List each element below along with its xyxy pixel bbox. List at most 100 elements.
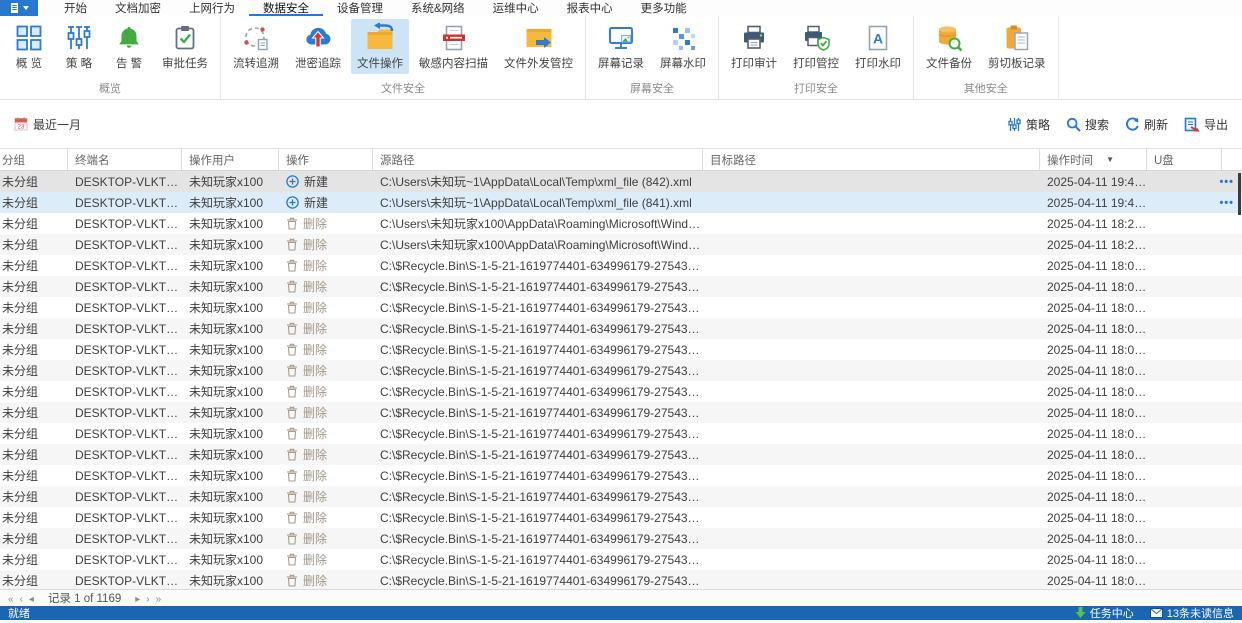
ribbon-button-file-outgoing-folder[interactable]: 文件外发管控	[498, 19, 579, 74]
table-row[interactable]: 未分组 DESKTOP-VLKTLE1 未知玩家x100 删除 C:\Users\未知玩…	[0, 213, 1242, 234]
clipboard-record-icon	[1003, 24, 1031, 52]
table-row[interactable]: 未分组 DESKTOP-VLKTLE1 未知玩家x100 删除 C:\$Recycle.…	[0, 486, 1242, 507]
table-row[interactable]: 未分组 DESKTOP-VLKTLE1 未知玩家x100 新建 C:\Users\未知玩…	[0, 171, 1242, 192]
ribbon-button-file-backup[interactable]: 文件备份	[920, 19, 978, 74]
menu-tab-6[interactable]: 系统&网络	[397, 0, 479, 16]
toolbar-button-export[interactable]: 导出	[1184, 116, 1228, 133]
column-header-8[interactable]: U盘	[1147, 149, 1222, 170]
cell-time: 2025-04-11 18:01:38	[1047, 342, 1147, 357]
table-row[interactable]: 未分组 DESKTOP-VLKTLE1 未知玩家x100 删除 C:\$Recycle.…	[0, 528, 1242, 549]
column-header-9[interactable]	[1222, 149, 1242, 170]
delete-trash-icon	[286, 490, 298, 503]
ribbon-button-label: 屏幕记录	[598, 58, 644, 70]
table-row[interactable]: 未分组 DESKTOP-VLKTLE1 未知玩家x100 删除 C:\$Recycle.…	[0, 444, 1242, 465]
delete-trash-icon	[286, 301, 298, 314]
ribbon-button-approval-clipboard[interactable]: 审批任务	[156, 19, 214, 74]
cell-action: 删除	[279, 425, 373, 442]
task-center-button[interactable]: 任务中心	[1075, 605, 1134, 621]
pager-next-icon-2[interactable]: ›	[143, 594, 152, 605]
cell-terminal: DESKTOP-VLKTLE1	[75, 468, 182, 483]
menu-tab-2[interactable]: 文档加密	[101, 0, 175, 16]
ribbon-button-label: 泄密追踪	[295, 58, 341, 70]
app-menu-button[interactable]	[0, 0, 38, 16]
ribbon-button-leak-track-cloud[interactable]: 泄密追踪	[289, 19, 347, 74]
table-row[interactable]: 未分组 DESKTOP-VLKTLE1 未知玩家x100 删除 C:\$Recycle.…	[0, 318, 1242, 339]
table-row[interactable]: 未分组 DESKTOP-VLKTLE1 未知玩家x100 删除 C:\$Recycle.…	[0, 402, 1242, 423]
ribbon-button-screen-watermark[interactable]: 屏幕水印	[654, 19, 712, 74]
ribbon-button-label: 告 警	[115, 58, 143, 70]
date-filter-label: 最近一月	[33, 117, 82, 132]
date-filter-button[interactable]: 23 最近一月	[14, 116, 81, 133]
table-row[interactable]: 未分组 DESKTOP-VLKTLE1 未知玩家x100 删除 C:\$Recycle.…	[0, 276, 1242, 297]
row-actions-ellipsis-button[interactable]: •••	[1219, 171, 1234, 192]
column-header-3[interactable]: 操作用户	[182, 149, 279, 170]
table-row[interactable]: 未分组 DESKTOP-VLKTLE1 未知玩家x100 删除 C:\$Recycle.…	[0, 465, 1242, 486]
cell-user: 未知玩家x100	[189, 196, 264, 210]
column-header-7[interactable]: 操作时间 ▼	[1040, 149, 1147, 170]
cell-time: 2025-04-11 18:22:13	[1047, 216, 1147, 231]
delete-trash-icon	[286, 448, 298, 461]
table-row[interactable]: 未分组 DESKTOP-VLKTLE1 未知玩家x100 删除 C:\$Recycle.…	[0, 423, 1242, 444]
menu-tab-5[interactable]: 设备管理	[323, 0, 397, 16]
table-row[interactable]: 未分组 DESKTOP-VLKTLE1 未知玩家x100 删除 C:\$Recycle.…	[0, 570, 1242, 589]
cell-group: 未分组	[2, 196, 39, 210]
table-row[interactable]: 未分组 DESKTOP-VLKTLE1 未知玩家x100 删除 C:\$Recycle.…	[0, 339, 1242, 360]
vertical-scrollbar[interactable]	[1238, 173, 1241, 215]
cell-user: 未知玩家x100	[189, 343, 264, 357]
ribbon-button-print-audit[interactable]: 打印审计	[725, 19, 783, 74]
cell-action: 删除	[279, 320, 373, 337]
cell-user: 未知玩家x100	[189, 364, 264, 378]
cell-action: 删除	[279, 278, 373, 295]
ribbon-button-sensitive-scan[interactable]: 敏感内容扫描	[413, 19, 494, 74]
column-header-2[interactable]: 终端名	[68, 149, 182, 170]
ribbon-button-alert-bell[interactable]: 告 警	[106, 19, 152, 74]
ribbon-button-overview-grid[interactable]: 概 览	[6, 19, 52, 74]
search-icon	[1066, 117, 1081, 132]
cell-source-path: C:\Users\未知玩~1\AppData\Local\Temp\xml_fi…	[380, 196, 692, 210]
unread-messages-button[interactable]: 13条未读信息	[1149, 605, 1234, 621]
cell-source-path: C:\$Recycle.Bin\S-1-5-21-1619774401-6349…	[380, 258, 703, 273]
toolbar-button-search[interactable]: 搜索	[1066, 116, 1109, 133]
row-actions-ellipsis-button[interactable]: •••	[1219, 192, 1234, 213]
cell-terminal: DESKTOP-VLKTLE1	[75, 384, 182, 399]
svg-text:A: A	[873, 31, 883, 47]
menu-tab-9[interactable]: 更多功能	[627, 0, 701, 16]
cell-terminal: DESKTOP-VLKTLE1	[75, 489, 182, 504]
column-header-1[interactable]: 分组	[0, 149, 68, 170]
menu-tab-8[interactable]: 报表中心	[553, 0, 627, 16]
sort-caret-icon[interactable]: ▼	[1106, 155, 1114, 164]
column-header-5[interactable]: 源路径	[373, 149, 703, 170]
table-row[interactable]: 未分组 DESKTOP-VLKTLE1 未知玩家x100 新建 C:\Users\未知玩…	[0, 192, 1242, 213]
table-row[interactable]: 未分组 DESKTOP-VLKTLE1 未知玩家x100 删除 C:\$Recycle.…	[0, 360, 1242, 381]
ribbon-button-policy-sliders[interactable]: 策 略	[56, 19, 102, 74]
table-row[interactable]: 未分组 DESKTOP-VLKTLE1 未知玩家x100 删除 C:\$Recycle.…	[0, 549, 1242, 570]
table-row[interactable]: 未分组 DESKTOP-VLKTLE1 未知玩家x100 删除 C:\$Recycle.…	[0, 297, 1242, 318]
cell-time: 2025-04-11 18:01:38	[1047, 363, 1147, 378]
table-row[interactable]: 未分组 DESKTOP-VLKTLE1 未知玩家x100 删除 C:\$Recycle.…	[0, 255, 1242, 276]
ribbon-button-flow-trace[interactable]: 流转追溯	[227, 19, 285, 74]
column-header-6[interactable]: 目标路径	[703, 149, 1040, 170]
ribbon-button-screen-record[interactable]: 屏幕记录	[592, 19, 650, 74]
toolbar-button-refresh[interactable]: 刷新	[1125, 116, 1168, 133]
table-row[interactable]: 未分组 DESKTOP-VLKTLE1 未知玩家x100 删除 C:\$Recycle.…	[0, 381, 1242, 402]
cell-user: 未知玩家x100	[189, 553, 264, 567]
ribbon-button-clipboard-record[interactable]: 剪切板记录	[982, 19, 1052, 74]
toolbar-button-policy-sliders[interactable]: 策略	[1007, 116, 1050, 133]
menu-tab-4[interactable]: 数据安全	[249, 0, 323, 16]
pager-prev-icon-3[interactable]: ◂	[26, 594, 37, 605]
column-header-4[interactable]: 操作	[279, 149, 373, 170]
ribbon-button-file-operation-folder[interactable]: 文件操作	[351, 19, 409, 74]
ribbon-button-print-control[interactable]: 打印管控	[787, 19, 845, 74]
table-row[interactable]: 未分组 DESKTOP-VLKTLE1 未知玩家x100 删除 C:\Users\未知玩…	[0, 234, 1242, 255]
menu-tab-7[interactable]: 运维中心	[479, 0, 553, 16]
pager-prev-icon-1[interactable]: «	[5, 594, 17, 605]
pager-next-icon-3[interactable]: »	[153, 594, 165, 605]
menu-tab-3[interactable]: 上网行为	[175, 0, 249, 16]
pager-prev-icon-2[interactable]: ‹	[17, 594, 26, 605]
table-row[interactable]: 未分组 DESKTOP-VLKTLE1 未知玩家x100 删除 C:\$Recycle.…	[0, 507, 1242, 528]
menu-tab-1[interactable]: 开始	[50, 0, 101, 16]
cell-user: 未知玩家x100	[189, 301, 264, 315]
pager-next-icon-1[interactable]: ▸	[132, 594, 143, 605]
cell-group: 未分组	[2, 490, 39, 504]
ribbon-button-print-watermark[interactable]: A 打印水印	[849, 19, 907, 74]
